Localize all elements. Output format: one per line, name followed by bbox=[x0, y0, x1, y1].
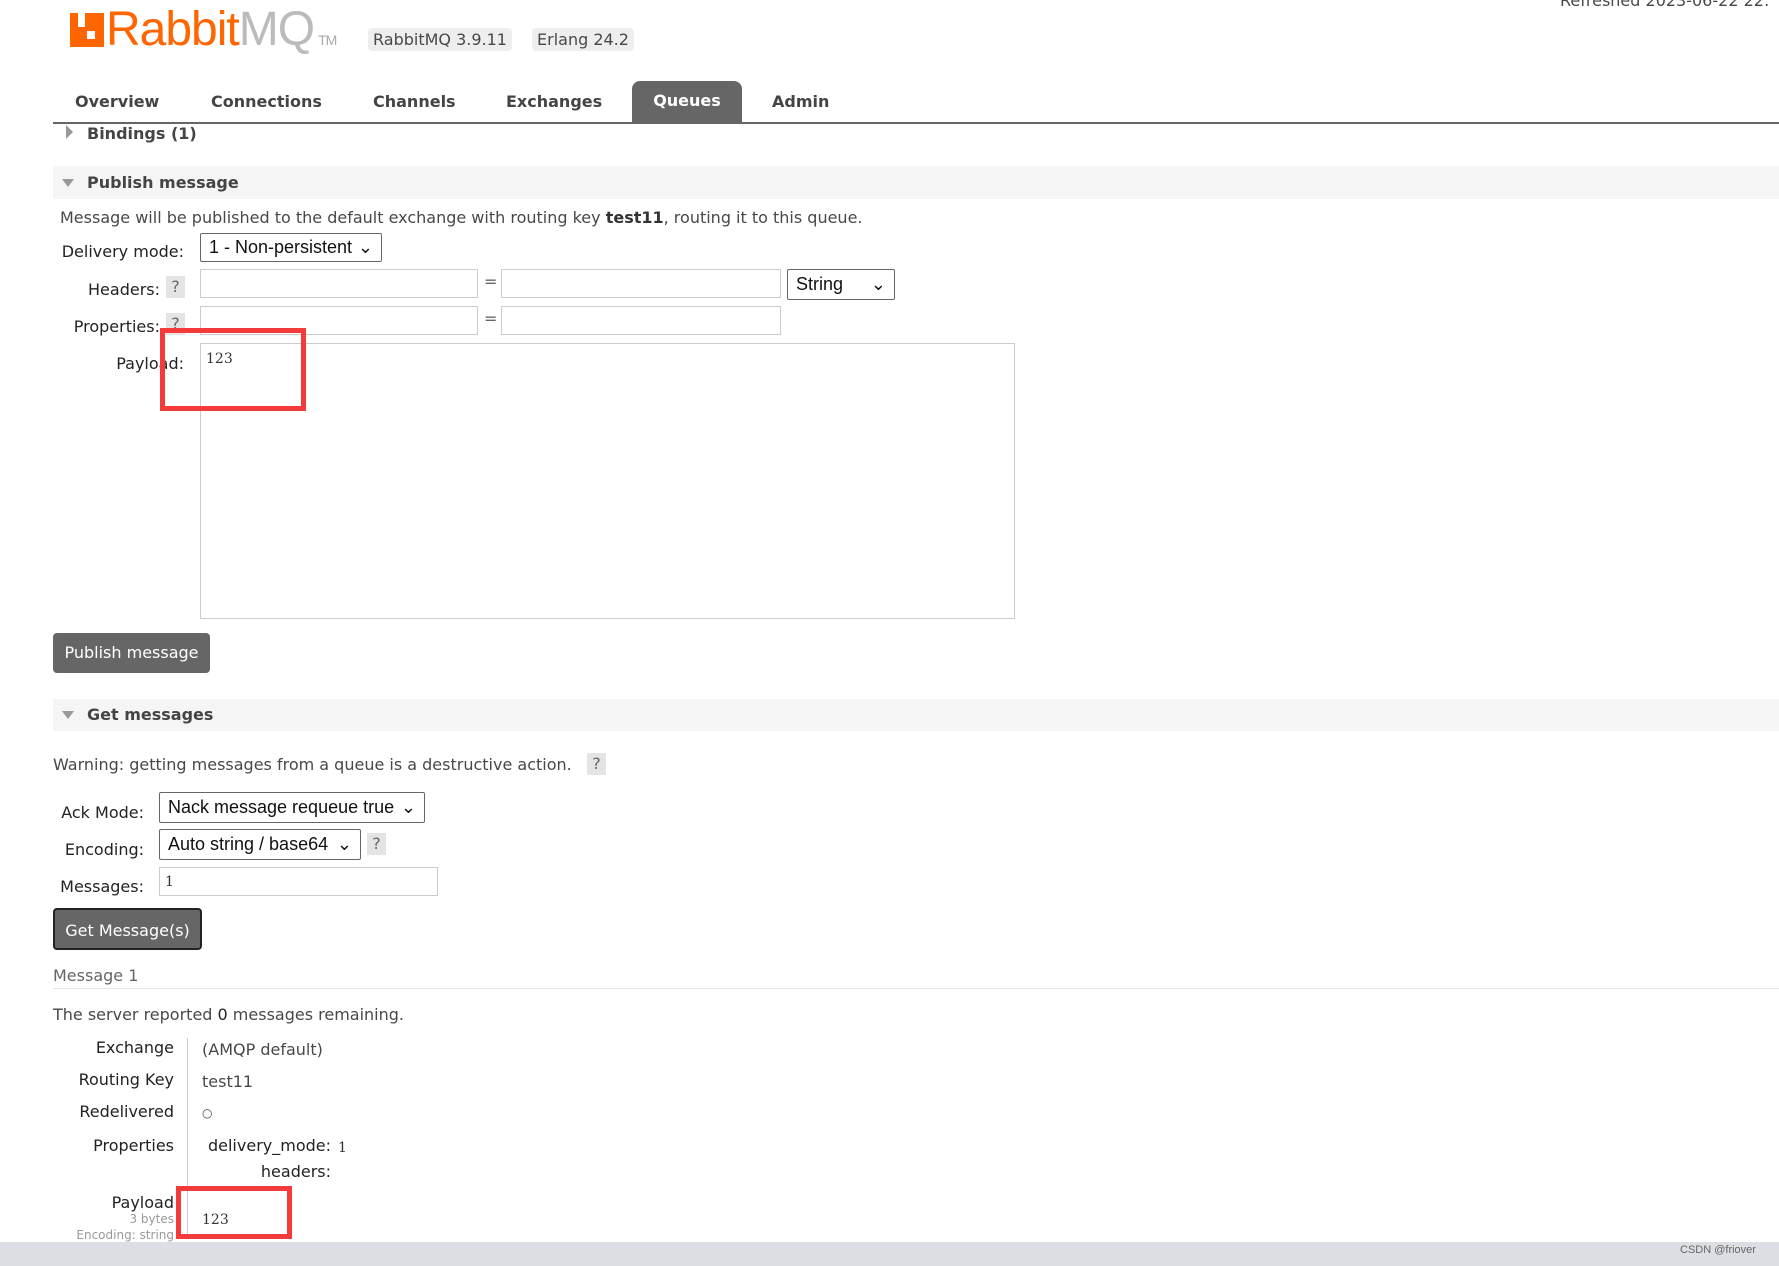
get-warning: Warning: getting messages from a queue i… bbox=[53, 755, 572, 774]
highlight-box bbox=[176, 1186, 292, 1239]
property-value-input[interactable] bbox=[501, 306, 781, 335]
routing-key-value: test11 bbox=[202, 1072, 254, 1091]
tab-exchanges[interactable]: Exchanges bbox=[506, 92, 602, 111]
collapse-triangle-icon bbox=[62, 179, 74, 187]
chevron-down-icon: ⌄ bbox=[357, 237, 373, 257]
tab-queues[interactable]: Queues bbox=[632, 81, 742, 123]
chevron-down-icon: ⌄ bbox=[400, 797, 416, 817]
messages-label: Messages: bbox=[60, 877, 144, 896]
chevron-down-icon: ⌄ bbox=[336, 834, 352, 854]
ack-mode-label: Ack Mode: bbox=[61, 803, 144, 822]
redelivered-key: Redelivered bbox=[79, 1102, 174, 1121]
message-title: Message 1 bbox=[53, 966, 139, 985]
headers-help-icon[interactable]: ? bbox=[166, 276, 185, 298]
bindings-toggle[interactable]: Bindings (1) bbox=[87, 124, 197, 143]
collapse-triangle-icon bbox=[62, 711, 74, 719]
delivery-mode-select[interactable]: 1 - Non-persistent ⌄ bbox=[200, 233, 382, 262]
rabbit-logo-icon bbox=[70, 13, 104, 47]
tab-connections[interactable]: Connections bbox=[211, 92, 322, 111]
encoding-select[interactable]: Auto string / base64 ⌄ bbox=[159, 829, 361, 860]
rabbitmq-logo: RabbitMQ TM bbox=[70, 2, 337, 57]
refreshed-text: Refreshed 2023-06-22 22: bbox=[1560, 0, 1770, 10]
message-divider bbox=[53, 988, 1779, 989]
delivery-mode-prop-value: 1 bbox=[338, 1140, 347, 1156]
exchange-key: Exchange bbox=[95, 1038, 174, 1057]
expand-triangle-icon[interactable] bbox=[66, 125, 73, 139]
publish-info: Message will be published to the default… bbox=[60, 208, 863, 227]
ack-mode-select[interactable]: Nack message requeue true ⌄ bbox=[159, 792, 425, 823]
properties-key: Properties bbox=[93, 1136, 174, 1155]
payload-textarea[interactable]: 123 bbox=[200, 343, 1015, 619]
redelivered-value: ○ bbox=[202, 1106, 213, 1120]
encoding-help-icon[interactable]: ? bbox=[367, 833, 386, 855]
nav-divider bbox=[53, 122, 1779, 124]
header-value-input[interactable] bbox=[501, 269, 781, 298]
headers-prop-key: headers: bbox=[260, 1162, 331, 1181]
watermark: CSDN @friover bbox=[1680, 1244, 1756, 1256]
get-messages-button[interactable]: Get Message(s) bbox=[53, 908, 202, 950]
tab-overview[interactable]: Overview bbox=[75, 92, 159, 111]
version-badge: RabbitMQ 3.9.11 bbox=[368, 28, 512, 51]
header-type-select[interactable]: String ⌄ bbox=[787, 269, 895, 300]
chevron-down-icon: ⌄ bbox=[870, 274, 886, 294]
messages-count-input[interactable]: 1 bbox=[159, 867, 438, 896]
exchange-value: (AMQP default) bbox=[202, 1040, 323, 1059]
equals-sign: = bbox=[484, 272, 498, 291]
header-key-input[interactable] bbox=[200, 269, 478, 298]
tab-channels[interactable]: Channels bbox=[373, 92, 456, 111]
highlight-box bbox=[160, 328, 306, 411]
payload-size: 3 bytes bbox=[129, 1212, 174, 1226]
properties-label: Properties: bbox=[73, 317, 160, 336]
equals-sign: = bbox=[484, 309, 498, 328]
tab-admin[interactable]: Admin bbox=[772, 92, 829, 111]
remaining-text: The server reported 0 messages remaining… bbox=[53, 1005, 405, 1024]
delivery-mode-label: Delivery mode: bbox=[61, 242, 184, 261]
warning-help-icon[interactable]: ? bbox=[587, 753, 606, 775]
taskbar bbox=[0, 1242, 1779, 1266]
publish-section-header[interactable]: Publish message bbox=[53, 166, 1779, 199]
delivery-mode-prop-key: delivery_mode: bbox=[207, 1136, 331, 1155]
routing-key-key: Routing Key bbox=[78, 1070, 174, 1089]
encoding-label: Encoding: bbox=[64, 840, 144, 859]
payload-encoding: Encoding: string bbox=[76, 1228, 174, 1242]
get-messages-section-header[interactable]: Get messages bbox=[53, 699, 1779, 731]
publish-message-button[interactable]: Publish message bbox=[53, 633, 210, 673]
erlang-badge: Erlang 24.2 bbox=[532, 28, 634, 51]
payload-key: Payload bbox=[111, 1193, 174, 1212]
headers-label: Headers: bbox=[88, 280, 160, 299]
